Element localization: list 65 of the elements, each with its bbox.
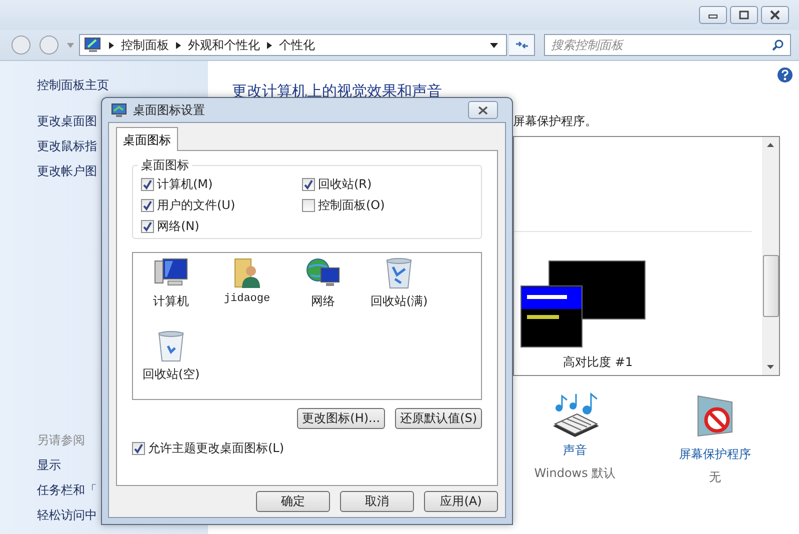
icon-label[interactable]: jidaoge [224, 293, 270, 305]
sidebar-link[interactable]: 更改桌面图 [37, 113, 97, 130]
close-icon [769, 10, 781, 20]
close-button[interactable] [468, 101, 498, 119]
dialog-button[interactable]: 应用(A) [424, 491, 498, 512]
checkbox-label[interactable]: 网络(N) [157, 218, 200, 235]
chevron-icon [266, 42, 272, 48]
checkbox-label[interactable]: 计算机(M) [157, 176, 213, 193]
refresh-button[interactable] [509, 34, 535, 56]
icon-label[interactable]: 回收站(满) [370, 293, 428, 310]
sidebar-link[interactable]: 更改鼠标指 [37, 138, 97, 155]
close-icon [477, 106, 489, 114]
setting-link[interactable]: 屏幕保护程序 [679, 446, 751, 463]
sidebar-home-link[interactable]: 控制面板主页 [37, 77, 109, 94]
sidebar-link[interactable]: 轻松访问中 [37, 507, 97, 524]
description-text: 屏幕保护程序。 [513, 113, 598, 130]
chevron-icon [176, 42, 181, 48]
icon-label[interactable]: 网络 [311, 293, 335, 310]
refresh-icon [514, 39, 529, 51]
dropdown-arrow-icon[interactable] [490, 42, 498, 48]
checkbox[interactable] [302, 199, 315, 212]
theme-item[interactable]: 高对比度 #1 [520, 260, 646, 371]
close-button[interactable] [761, 6, 789, 24]
search-icon [772, 39, 784, 51]
checkbox-label[interactable]: 允许主题更改桌面图标(L) [148, 440, 284, 457]
breadcrumb-item[interactable]: 外观和个性化 [188, 36, 260, 54]
group-title: 桌面图标 [138, 157, 192, 174]
search-field[interactable]: 搜索控制面板 [544, 34, 791, 56]
checkbox-label[interactable]: 回收站(R) [318, 176, 372, 193]
minimize-button[interactable] [699, 6, 727, 24]
checkbox[interactable] [132, 442, 145, 455]
icon-label[interactable]: 计算机 [153, 293, 189, 310]
checkbox-label[interactable]: 控制面板(O) [318, 197, 385, 214]
checkbox-label[interactable]: 用户的文件(U) [157, 197, 236, 214]
setting-value: 无 [709, 469, 721, 486]
dialog-button[interactable]: 更改图标(H)... [297, 408, 386, 429]
scroll-down-arrow-icon[interactable] [767, 365, 774, 369]
icon-label[interactable]: 回收站(空) [142, 366, 200, 383]
dialog-button[interactable]: 还原默认值(S) [395, 408, 482, 429]
sidebar-link[interactable]: 显示 [37, 457, 61, 474]
checkbox[interactable] [141, 178, 154, 191]
breadcrumb-item[interactable]: 个性化 [278, 36, 315, 54]
dialog-button[interactable]: 取消 [340, 491, 414, 512]
dialog-title: 桌面图标设置 [133, 102, 205, 118]
tab[interactable]: 桌面图标 [116, 127, 178, 151]
help-icon[interactable] [777, 67, 793, 83]
sidebar-link[interactable]: 任务栏和「 [37, 482, 97, 499]
setting-value: Windows 默认 [534, 465, 616, 482]
sidebar-link[interactable]: 更改帐户图 [37, 163, 97, 180]
chevron-icon [108, 42, 114, 48]
globe-monitor-icon[interactable] [305, 257, 341, 289]
dialog-button[interactable]: 确定 [256, 491, 330, 512]
see-also-title: 另请参阅 [37, 432, 85, 449]
address-bar[interactable]: 控制面板 外观和个性化 个性化 [78, 34, 508, 56]
maximize-icon [738, 10, 750, 20]
scrollbar[interactable] [762, 137, 779, 375]
maximize-button[interactable] [730, 6, 758, 24]
checkbox[interactable] [141, 220, 154, 233]
scroll-up-arrow-icon[interactable] [767, 143, 774, 147]
scrollbar-thumb[interactable] [762, 255, 778, 317]
setting-link[interactable]: 声音 [563, 442, 587, 459]
desktop-icon [111, 103, 127, 117]
breadcrumb-item[interactable]: 控制面板 [120, 36, 169, 54]
checkbox[interactable] [302, 178, 315, 191]
checkbox[interactable] [141, 199, 154, 212]
